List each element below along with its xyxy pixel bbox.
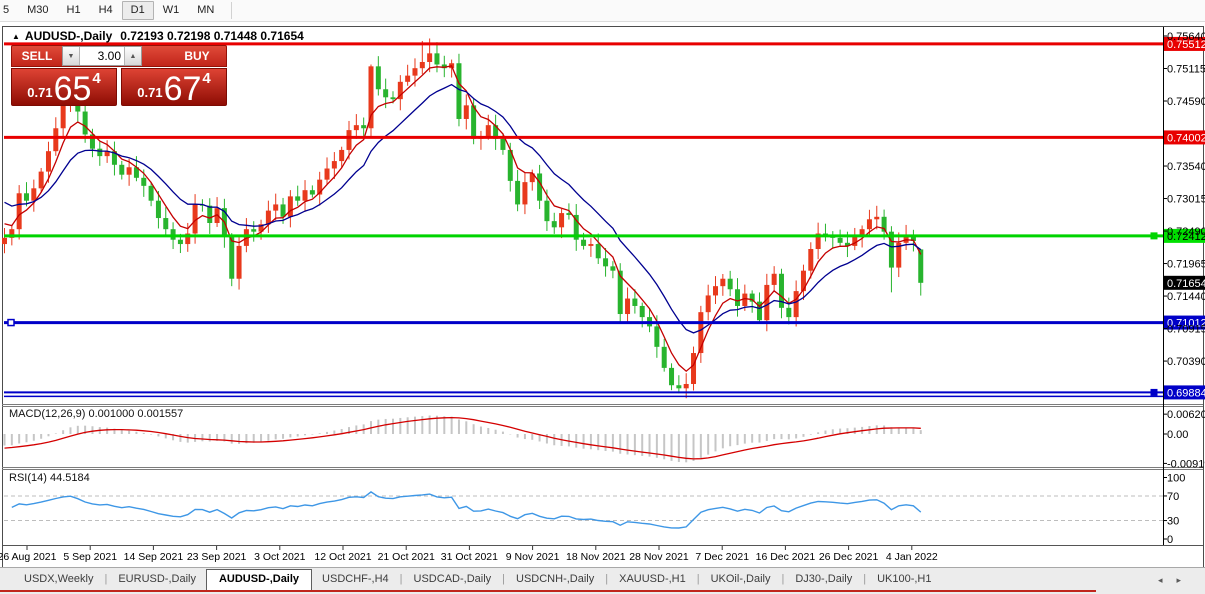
- rsi-panel: 100 70 30 0: [4, 473, 1185, 547]
- svg-text:18 Nov 2021: 18 Nov 2021: [566, 551, 626, 563]
- svg-text:12 Oct 2021: 12 Oct 2021: [314, 551, 371, 563]
- sell-price-pip-digit: 4: [92, 70, 100, 87]
- svg-text:7 Dec 2021: 7 Dec 2021: [695, 551, 749, 563]
- svg-text:14 Sep 2021: 14 Sep 2021: [124, 551, 184, 563]
- volume-decrease-button[interactable]: ▼: [63, 47, 80, 65]
- svg-text:28 Nov 2021: 28 Nov 2021: [629, 551, 689, 563]
- svg-text:26 Aug 2021: 26 Aug 2021: [0, 551, 57, 563]
- collapse-triangle-icon[interactable]: ▲: [12, 32, 20, 41]
- trade-widget-price-row: 0.71 65 4 0.71 67 4: [11, 68, 227, 106]
- svg-text:0.70390: 0.70390: [1167, 356, 1205, 368]
- svg-text:26 Dec 2021: 26 Dec 2021: [819, 551, 879, 563]
- volume-increase-button[interactable]: ▲: [124, 47, 141, 65]
- buy-price-prefix: 0.71: [137, 85, 162, 100]
- svg-text:0.73540: 0.73540: [1167, 161, 1205, 173]
- svg-text:4 Jan 2022: 4 Jan 2022: [886, 551, 938, 563]
- svg-text:5 Sep 2021: 5 Sep 2021: [63, 551, 117, 563]
- svg-text:0.006201: 0.006201: [1167, 409, 1205, 421]
- one-click-trading-widget: SELL ▼ 3.00 ▲ BUY 0.71 65 4 0.71 67 4: [11, 45, 227, 106]
- svg-text:0.74590: 0.74590: [1167, 96, 1205, 108]
- chart-symbol-label: AUDUSD-,Daily: [25, 29, 112, 43]
- trade-widget-top-row: SELL ▼ 3.00 ▲ BUY: [11, 45, 227, 67]
- svg-text:0.75115: 0.75115: [1167, 64, 1205, 76]
- svg-text:70: 70: [1167, 491, 1179, 503]
- mt4-terminal: 5M30H1H4D1W1MN ▲ AUDUSD-,Daily 0.72193 0…: [0, 0, 1205, 594]
- svg-text:0.70915: 0.70915: [1167, 324, 1205, 336]
- svg-text:0.73015: 0.73015: [1167, 194, 1205, 206]
- svg-text:0.71965: 0.71965: [1167, 259, 1205, 271]
- svg-text:100: 100: [1167, 473, 1185, 485]
- svg-text:0.75640: 0.75640: [1167, 31, 1205, 43]
- sell-button[interactable]: SELL: [12, 46, 62, 66]
- svg-text:0.74002: 0.74002: [1167, 132, 1205, 144]
- svg-text:0: 0: [1167, 534, 1173, 546]
- svg-text:0.69884: 0.69884: [1167, 387, 1205, 399]
- volume-spinner: ▼ 3.00 ▲: [62, 46, 142, 66]
- svg-text:16 Dec 2021: 16 Dec 2021: [756, 551, 816, 563]
- sell-price-display[interactable]: 0.71 65 4: [11, 68, 117, 106]
- svg-text:21 Oct 2021: 21 Oct 2021: [378, 551, 435, 563]
- svg-text:30: 30: [1167, 516, 1179, 528]
- svg-text:3 Oct 2021: 3 Oct 2021: [254, 551, 306, 563]
- date-axis[interactable]: 26 Aug 2021 5 Sep 2021 14 Sep 202123 Sep 2…: [0, 546, 938, 563]
- svg-text:31 Oct 2021: 31 Oct 2021: [441, 551, 498, 563]
- svg-text:0.72490: 0.72490: [1167, 226, 1205, 238]
- fast-ma: [5, 66, 921, 371]
- svg-text:0.00: 0.00: [1167, 429, 1188, 441]
- macd-label: MACD(12,26,9) 0.001000 0.001557: [9, 408, 183, 420]
- buy-price-big-digits: 67: [164, 74, 202, 104]
- svg-text:0.71440: 0.71440: [1167, 291, 1205, 303]
- sell-price-prefix: 0.71: [27, 85, 52, 100]
- svg-text:-0.00919: -0.00919: [1167, 458, 1205, 470]
- moving-average-fast-ma: [5, 66, 921, 371]
- macd-panel: 0.006201 0.00 -0.00919: [5, 409, 1205, 470]
- volume-input[interactable]: 3.00: [80, 47, 124, 65]
- bottom-accent-line: [0, 590, 1096, 592]
- buy-price-pip-digit: 4: [202, 70, 210, 87]
- sell-price-big-digits: 65: [54, 74, 92, 104]
- current-price-label: 0.71654: [1164, 276, 1205, 290]
- rsi-label: RSI(14) 44.5184: [9, 472, 90, 484]
- svg-text:9 Nov 2021: 9 Nov 2021: [506, 551, 560, 563]
- svg-text:23 Sep 2021: 23 Sep 2021: [187, 551, 247, 563]
- chart-title: ▲ AUDUSD-,Daily 0.72193 0.72198 0.71448 …: [12, 29, 304, 43]
- buy-button[interactable]: BUY: [168, 46, 226, 66]
- chart-ohlc-values: 0.72193 0.72198 0.71448 0.71654: [120, 29, 304, 43]
- buy-price-display[interactable]: 0.71 67 4: [121, 68, 227, 106]
- svg-text:0.71654: 0.71654: [1167, 278, 1205, 290]
